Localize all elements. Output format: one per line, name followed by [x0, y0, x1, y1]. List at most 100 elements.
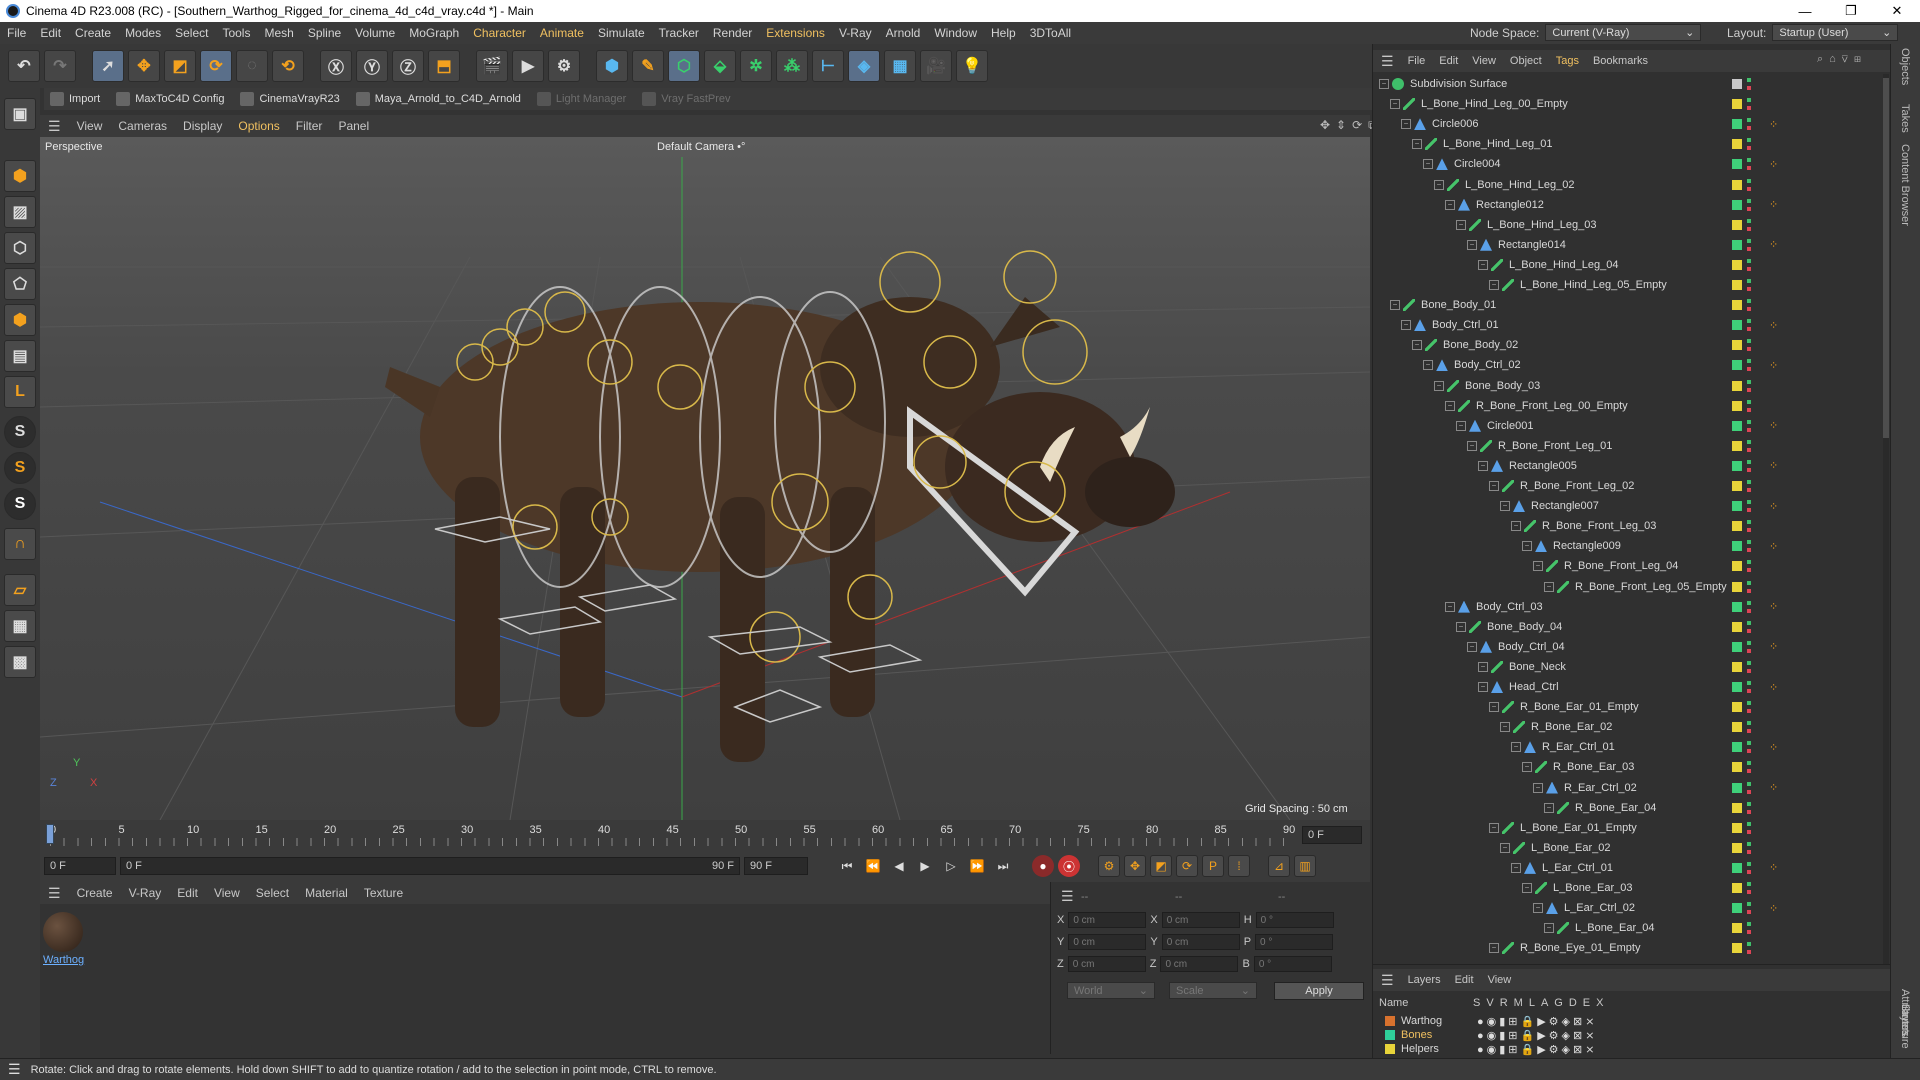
visibility-dots-icon[interactable]: [1747, 480, 1751, 492]
apply-button[interactable]: Apply: [1274, 982, 1364, 1000]
menu-tools[interactable]: Tools: [215, 26, 257, 40]
axis-mode-icon[interactable]: L: [4, 376, 36, 408]
y-axis-lock-icon[interactable]: Ⓨ: [356, 50, 388, 82]
object-row[interactable]: − Body_Ctrl_04 ⁘: [1373, 637, 1883, 657]
menu-simulate[interactable]: Simulate: [591, 26, 652, 40]
layer-color-swatch[interactable]: [1732, 862, 1742, 873]
close-button[interactable]: ✕: [1874, 0, 1920, 22]
object-row[interactable]: − Bone_Body_01: [1373, 295, 1883, 315]
redo-icon[interactable]: ↷: [44, 50, 76, 82]
expand-toggle-icon[interactable]: −: [1467, 641, 1477, 652]
expand-toggle-icon[interactable]: −: [1467, 239, 1477, 250]
ik-tag-icon[interactable]: ⁘: [1769, 500, 1778, 513]
expand-toggle-icon[interactable]: −: [1401, 320, 1411, 331]
visibility-dots-icon[interactable]: [1747, 138, 1751, 151]
light-icon[interactable]: 💡: [956, 50, 988, 82]
material-menu-edit[interactable]: Edit: [177, 886, 198, 900]
expand-toggle-icon[interactable]: −: [1445, 400, 1455, 411]
object-row[interactable]: − Rectangle007 ⁘: [1373, 496, 1883, 516]
expand-toggle-icon[interactable]: −: [1434, 380, 1444, 391]
make-editable-icon[interactable]: ▣: [4, 98, 36, 130]
object-manager-tools[interactable]: ⌕⌂⊽⊞: [1817, 53, 1867, 66]
object-menu-view[interactable]: View: [1472, 55, 1496, 67]
object-row[interactable]: − R_Bone_Front_Leg_00_Empty: [1373, 396, 1883, 416]
object-menu-object[interactable]: Object: [1510, 55, 1542, 67]
visibility-dots-icon[interactable]: [1747, 78, 1751, 90]
object-row[interactable]: − L_Bone_Ear_01_Empty: [1373, 818, 1883, 838]
visibility-dots-icon[interactable]: [1747, 178, 1751, 191]
view-menu-filter[interactable]: Filter: [296, 119, 323, 133]
ik-tag-icon[interactable]: ⁘: [1769, 238, 1778, 251]
layer-color-swatch[interactable]: [1732, 340, 1742, 351]
camera-icon[interactable]: 🎥: [920, 50, 952, 82]
object-row[interactable]: − R_Bone_Ear_02: [1373, 717, 1883, 737]
visibility-dots-icon[interactable]: [1747, 882, 1751, 894]
visibility-dots-icon[interactable]: [1747, 600, 1751, 613]
object-menu-bookmarks[interactable]: Bookmarks: [1593, 55, 1648, 67]
expand-toggle-icon[interactable]: −: [1456, 621, 1466, 632]
menu-window[interactable]: Window: [927, 26, 984, 40]
play-icon[interactable]: ▶: [914, 855, 936, 877]
layer-color-swatch[interactable]: [1732, 179, 1742, 190]
layer-color-swatch[interactable]: [1732, 842, 1742, 853]
previous-frame-icon[interactable]: ◀: [888, 855, 910, 877]
layer-color-swatch[interactable]: [1732, 822, 1742, 833]
object-row[interactable]: − R_Bone_Ear_04: [1373, 798, 1883, 818]
visibility-dots-icon[interactable]: [1747, 580, 1751, 593]
workplane-icon[interactable]: ▱: [4, 574, 36, 606]
expand-toggle-icon[interactable]: −: [1533, 782, 1543, 793]
expand-toggle-icon[interactable]: −: [1522, 762, 1532, 773]
expand-toggle-icon[interactable]: −: [1379, 79, 1389, 89]
expand-toggle-icon[interactable]: −: [1489, 280, 1499, 290]
menu-extensions[interactable]: Extensions: [759, 26, 832, 40]
layer-color-swatch[interactable]: [1732, 199, 1742, 210]
extrude-icon[interactable]: ⬙: [704, 50, 736, 82]
expand-toggle-icon[interactable]: −: [1511, 862, 1521, 873]
lock-workplane-icon[interactable]: ▩: [4, 646, 36, 678]
x-axis-lock-icon[interactable]: Ⓧ: [320, 50, 352, 82]
visibility-dots-icon[interactable]: [1747, 299, 1751, 312]
visibility-dots-icon[interactable]: [1747, 238, 1751, 251]
layer-name[interactable]: Helpers: [1401, 1043, 1471, 1055]
object-row[interactable]: − Subdivision Surface: [1373, 74, 1883, 94]
hamburger-icon[interactable]: ☰: [1061, 888, 1074, 905]
layer-color-swatch[interactable]: [1732, 923, 1742, 934]
hamburger-icon[interactable]: ☰: [8, 1061, 21, 1078]
start-frame-field[interactable]: 0 F: [44, 857, 116, 875]
layer-name[interactable]: Bones: [1401, 1029, 1471, 1041]
coord-field-y[interactable]: 0 cm: [1161, 934, 1240, 950]
previous-key-icon[interactable]: ⏪: [862, 855, 884, 877]
object-row[interactable]: − Rectangle014 ⁘: [1373, 235, 1883, 255]
solo-selection-icon[interactable]: S: [4, 488, 36, 520]
object-row[interactable]: − R_Bone_Front_Leg_01: [1373, 436, 1883, 456]
ik-tag-icon[interactable]: ⁘: [1769, 640, 1778, 653]
expand-toggle-icon[interactable]: −: [1412, 139, 1422, 150]
layer-color-swatch[interactable]: [1732, 581, 1742, 592]
layer-color-swatch[interactable]: [1732, 440, 1742, 451]
object-menu-tags[interactable]: Tags: [1556, 55, 1579, 67]
layout-dropdown[interactable]: Startup (User) ⌄: [1772, 24, 1899, 41]
solo-icon[interactable]: S: [4, 416, 36, 448]
visibility-dots-icon[interactable]: [1747, 379, 1751, 392]
object-row[interactable]: − R_Bone_Front_Leg_05_Empty: [1373, 577, 1883, 597]
go-to-end-icon[interactable]: ⏭: [992, 855, 1014, 877]
expand-toggle-icon[interactable]: −: [1467, 440, 1477, 451]
layer-color-swatch[interactable]: [1732, 943, 1742, 954]
record-active-icon[interactable]: ●: [1032, 855, 1054, 877]
ik-tag-icon[interactable]: ⁘: [1769, 359, 1778, 372]
expand-toggle-icon[interactable]: −: [1533, 903, 1543, 914]
menu-arnold[interactable]: Arnold: [879, 26, 928, 40]
cube-icon[interactable]: ⬢: [596, 50, 628, 82]
object-row[interactable]: − Body_Ctrl_01 ⁘: [1373, 315, 1883, 335]
layer-color-swatch[interactable]: [1732, 259, 1742, 270]
material-menu-select[interactable]: Select: [256, 886, 289, 900]
coord-field-x[interactable]: 0 cm: [1161, 912, 1240, 928]
expand-toggle-icon[interactable]: −: [1522, 541, 1532, 552]
menu-edit[interactable]: Edit: [33, 26, 68, 40]
visibility-dots-icon[interactable]: [1747, 118, 1751, 131]
object-row[interactable]: − L_Bone_Hind_Leg_02: [1373, 175, 1883, 195]
visibility-dots-icon[interactable]: [1747, 781, 1751, 794]
expand-toggle-icon[interactable]: −: [1434, 179, 1444, 190]
layer-color-swatch[interactable]: [1732, 119, 1742, 130]
minimize-button[interactable]: —: [1782, 0, 1828, 22]
